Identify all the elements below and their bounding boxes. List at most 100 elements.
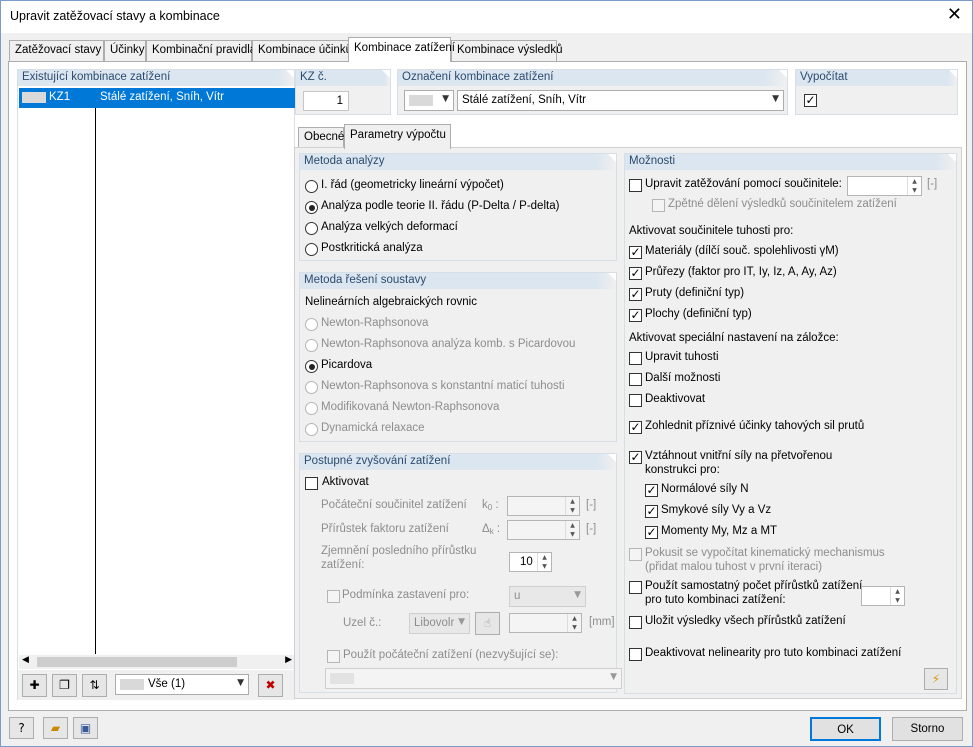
- kinematic-checkbox[interactable]: [629, 548, 642, 561]
- chevron-down-icon: ▼: [772, 94, 779, 104]
- initial-factor-label: Počáteční součinitel zatížení: [321, 499, 467, 511]
- chevron-down-icon: ▼: [442, 94, 449, 104]
- new-combination-icon[interactable]: ✚: [22, 674, 47, 697]
- pick-node-icon[interactable]: ☝: [475, 612, 500, 635]
- designation-select[interactable]: Stálé zatížení, Sníh, Vítr ▼: [457, 90, 784, 111]
- modify-load-label: Upravit zatěžování pomocí součinitele:: [645, 178, 842, 190]
- horizontal-scrollbar[interactable]: ◀ ▶: [19, 655, 295, 669]
- radio-dynamic-relaxation[interactable]: [305, 423, 318, 436]
- radio-large-deformation[interactable]: [305, 222, 318, 235]
- modify-load-checkbox[interactable]: [629, 179, 642, 192]
- cancel-button[interactable]: Storno: [892, 717, 963, 741]
- deactivate-nonlinear-label: Deaktivovat nelinearity pro tuto kombina…: [645, 647, 902, 659]
- color-select[interactable]: ▼: [404, 90, 454, 111]
- radio-second-order[interactable]: [305, 201, 318, 214]
- window-title: Upravit zatěžovací stavy a kombinace: [10, 9, 220, 23]
- radio-nr-picard[interactable]: [305, 339, 318, 352]
- stop-condition-select[interactable]: u ▼: [509, 586, 586, 607]
- radio-first-order[interactable]: [305, 180, 318, 193]
- moments-checkbox[interactable]: ✓: [645, 526, 658, 539]
- spin-arrows-icon[interactable]: ▲ ▼: [537, 553, 551, 571]
- scroll-thumb[interactable]: [37, 657, 237, 667]
- renumber-icon[interactable]: ⇅: [82, 674, 107, 697]
- title-bar: Upravit zatěžovací stavy a kombinace ✕: [1, 1, 972, 33]
- color-swatch: [409, 95, 433, 106]
- favorable-label: Zohlednit příznivé účinky tahových sil p…: [645, 420, 865, 432]
- sections-checkbox[interactable]: ✓: [629, 267, 642, 280]
- tab-result-combinations[interactable]: Kombinace výsledků: [451, 40, 562, 61]
- ok-button[interactable]: OK: [810, 717, 881, 741]
- tab-actions[interactable]: Účinky: [104, 40, 146, 61]
- calculate-label: Vypočítat: [796, 70, 957, 86]
- modify-load-field[interactable]: ▲ ▼: [847, 176, 922, 196]
- existing-combinations-header: Existující kombinace zatížení: [18, 70, 294, 86]
- settings-lightning-icon[interactable]: ⚡: [924, 668, 948, 690]
- reduction-field[interactable]: 10 ▲ ▼: [509, 552, 552, 572]
- chevron-down-icon: ▼: [458, 617, 465, 627]
- normal-forces-checkbox[interactable]: ✓: [645, 484, 658, 497]
- activate-checkbox[interactable]: [305, 477, 318, 490]
- members-checkbox[interactable]: ✓: [629, 288, 642, 301]
- increment-label: Přírůstek faktoru zatížení: [321, 523, 449, 535]
- solver-title: Metoda řešení soustavy: [300, 273, 616, 289]
- radio-postcritical[interactable]: [305, 243, 318, 256]
- scroll-left-icon[interactable]: ◀: [22, 655, 29, 665]
- separate-increments-checkbox[interactable]: [629, 581, 642, 594]
- node-select[interactable]: Libovolr ▼: [409, 613, 470, 634]
- help-icon[interactable]: ?: [9, 717, 34, 739]
- more-options-checkbox[interactable]: [629, 373, 642, 386]
- open-folder-icon[interactable]: ▰: [43, 717, 68, 739]
- nr-constant-label: Newton-Raphsonova s konstantní maticí tu…: [321, 380, 565, 392]
- filter-select[interactable]: Vše (1) ▼: [115, 674, 249, 695]
- subtab-general[interactable]: Obecné: [298, 127, 344, 148]
- radio-modified-nr[interactable]: [305, 402, 318, 415]
- sections-label: Průřezy (faktor pro IT, Iy, Iz, A, Ay, A…: [645, 266, 837, 278]
- spin-arrows-icon[interactable]: ▲ ▼: [567, 614, 581, 632]
- combination-name: Stálé zatížení, Sníh, Vítr: [100, 91, 225, 103]
- reduction-label-1: Zjemnění posledního přírůstku: [321, 545, 477, 557]
- options-group: Možnosti Upravit zatěžování pomocí souči…: [624, 153, 957, 694]
- initial-load-checkbox[interactable]: [327, 650, 340, 663]
- postcritical-label: Postkritická analýza: [321, 242, 423, 254]
- spin-arrows-icon[interactable]: ▲ ▼: [565, 497, 579, 515]
- spin-arrows-icon[interactable]: ▲ ▼: [565, 521, 579, 539]
- subtab-calc-params[interactable]: Parametry výpočtu: [344, 124, 451, 149]
- delete-icon[interactable]: ✖: [258, 674, 283, 697]
- tab-load-combinations[interactable]: Kombinace zatížení: [348, 37, 455, 62]
- list-toolbar: ✚ ❐ ⇅ Vše (1) ▼ ✖: [18, 670, 295, 700]
- back-division-checkbox[interactable]: [652, 199, 665, 212]
- increment-field[interactable]: ▲ ▼: [507, 520, 580, 540]
- tab-load-cases[interactable]: Zatěžovací stavy: [9, 40, 104, 61]
- spin-arrows-icon[interactable]: ▲ ▼: [890, 587, 904, 605]
- materials-checkbox[interactable]: ✓: [629, 246, 642, 259]
- copy-combination-icon[interactable]: ❐: [52, 674, 77, 697]
- deactivate-nonlinear-checkbox[interactable]: [629, 648, 642, 661]
- scroll-right-icon[interactable]: ▶: [285, 655, 292, 665]
- initial-factor-field[interactable]: ▲ ▼: [507, 496, 580, 516]
- surfaces-checkbox[interactable]: ✓: [629, 309, 642, 322]
- shear-forces-checkbox[interactable]: ✓: [645, 505, 658, 518]
- nr-picard-label: Newton-Raphsonova analýza komb. s Picard…: [321, 338, 576, 350]
- tab-content-pane: Existující kombinace zatížení KZ1 Stálé …: [8, 61, 967, 711]
- spin-arrows-icon[interactable]: ▲ ▼: [907, 177, 921, 195]
- favorable-checkbox[interactable]: ✓: [629, 421, 642, 434]
- list-item[interactable]: KZ1 Stálé zatížení, Sníh, Vítr: [19, 88, 295, 108]
- save-icon[interactable]: ▣: [73, 717, 98, 739]
- deactivate-checkbox[interactable]: [629, 394, 642, 407]
- modify-stiffness-checkbox[interactable]: [629, 352, 642, 365]
- refer-deformed-checkbox[interactable]: ✓: [629, 451, 642, 464]
- radio-nr-constant[interactable]: [305, 381, 318, 394]
- separate-increments-field[interactable]: ▲ ▼: [861, 586, 905, 606]
- close-icon[interactable]: ✕: [947, 5, 962, 25]
- modify-stiffness-label: Upravit tuhosti: [645, 351, 719, 363]
- tab-action-combinations[interactable]: Kombinace účinků: [252, 40, 352, 61]
- calculate-checkbox[interactable]: ✓: [804, 94, 817, 107]
- save-all-checkbox[interactable]: [629, 616, 642, 629]
- tab-combination-rules[interactable]: Kombinační pravidla: [146, 40, 256, 61]
- kz-number-field[interactable]: 1: [303, 91, 349, 111]
- stop-condition-checkbox[interactable]: [327, 590, 340, 603]
- node-value-field[interactable]: ▲ ▼: [509, 613, 582, 633]
- radio-newton-raphson[interactable]: [305, 318, 318, 331]
- radio-picard[interactable]: [305, 360, 318, 373]
- initial-load-select[interactable]: ▼: [325, 668, 622, 689]
